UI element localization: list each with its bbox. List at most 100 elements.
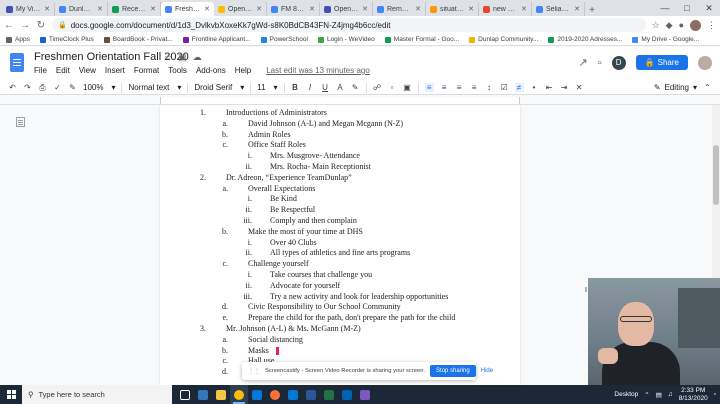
font-size-select[interactable]: 11 ▾ [257, 83, 277, 92]
task-view-icon[interactable] [176, 385, 194, 404]
ruler[interactable] [0, 96, 720, 105]
extension-icon[interactable]: ◆ [666, 20, 673, 31]
more-icon[interactable]: ⋮ [707, 20, 716, 31]
star-icon[interactable]: ☆ [652, 20, 660, 31]
menu-item[interactable]: File [34, 66, 47, 75]
underline-icon[interactable]: U [321, 83, 330, 92]
tab-close-icon[interactable]: ✕ [521, 5, 527, 13]
link-icon[interactable]: ☍ [373, 83, 382, 92]
excel-icon[interactable] [320, 385, 338, 404]
photos-icon[interactable] [338, 385, 356, 404]
menu-item[interactable]: Tools [168, 66, 187, 75]
mail-icon[interactable] [248, 385, 266, 404]
profile-avatar[interactable] [690, 19, 701, 31]
numbered-list-icon[interactable]: ≠ [514, 83, 524, 92]
bulleted-list-icon[interactable]: • [530, 83, 539, 92]
menu-item[interactable]: Help [235, 66, 251, 75]
network-icon[interactable]: ▤ [656, 391, 662, 399]
collaborator-avatar[interactable]: D [611, 55, 626, 70]
move-folder-icon[interactable]: ▣ [178, 52, 187, 63]
font-select[interactable]: Droid Serif ▾ [194, 83, 244, 92]
minimize-icon[interactable]: — [654, 0, 676, 16]
browser-tab[interactable]: Freshmen✕ [161, 2, 214, 16]
docs-logo-icon[interactable] [10, 53, 24, 72]
star-icon[interactable]: ☆ [164, 52, 172, 63]
browser-tab[interactable]: Opening ✕ [214, 2, 267, 16]
share-button[interactable]: 🔒 Share [635, 55, 688, 70]
chrome-icon[interactable] [230, 385, 248, 404]
tab-close-icon[interactable]: ✕ [468, 5, 474, 13]
collapse-menu-icon[interactable]: ⌃ [703, 83, 712, 92]
line-spacing-icon[interactable]: ↕ [485, 83, 494, 92]
tab-close-icon[interactable]: ✕ [362, 5, 368, 13]
align-justify-icon[interactable]: ≡ [470, 83, 479, 92]
align-left-icon[interactable]: ≡ [424, 83, 434, 92]
bookmark-item[interactable]: Master Formal - Goo... [384, 36, 459, 43]
drag-handle-icon[interactable]: ⋮⋮ [248, 368, 260, 375]
extension-icon[interactable]: ● [679, 20, 684, 30]
file-explorer-icon[interactable] [212, 385, 230, 404]
desktop-toolbar[interactable]: Desktop [614, 391, 638, 398]
bookmark-item[interactable]: Dunlap Community... [469, 36, 538, 43]
comment-icon[interactable]: ▫ [388, 83, 397, 92]
document-page[interactable]: I 1. Introductions of Administrators a. Dav… [160, 105, 587, 385]
omnibox[interactable]: 🔒 docs.google.com/document/d/1d3_DvlkvbX… [52, 18, 646, 32]
text-color-icon[interactable]: A [336, 83, 345, 92]
firefox-icon[interactable] [266, 385, 284, 404]
bookmark-item[interactable]: BoardBook - Privat... [103, 36, 173, 43]
style-select[interactable]: Normal text ▾ [128, 83, 181, 92]
tab-close-icon[interactable]: ✕ [150, 5, 156, 13]
new-tab-icon[interactable]: + [585, 5, 599, 16]
store-icon[interactable] [284, 385, 302, 404]
bookmark-item[interactable]: Frontline Applicant... [182, 36, 251, 43]
url-text[interactable]: docs.google.com/document/d/1d3_DvlkvbXox… [71, 21, 391, 30]
highlight-icon[interactable]: ✎ [351, 83, 360, 92]
align-center-icon[interactable]: ≡ [440, 83, 449, 92]
align-right-icon[interactable]: ≡ [455, 83, 464, 92]
start-button[interactable] [0, 385, 22, 404]
browser-tab[interactable]: Remote -✕ [373, 2, 426, 16]
document-outline-icon[interactable] [16, 117, 25, 127]
chevron-up-icon[interactable]: ⌃ [644, 391, 649, 399]
clear-formatting-icon[interactable]: ✕ [575, 83, 584, 92]
bookmark-item[interactable]: My Drive - Google... [632, 36, 699, 43]
reload-icon[interactable]: ↻ [36, 20, 46, 31]
menu-item[interactable]: Add-ons [196, 66, 226, 75]
browser-tab[interactable]: Seliadi, R✕ [532, 2, 585, 16]
maximize-icon[interactable]: □ [676, 0, 698, 16]
print-icon[interactable]: ⎙ [38, 83, 47, 93]
forward-icon[interactable]: → [20, 20, 30, 31]
cloud-icon[interactable]: ☁ [193, 52, 202, 63]
browser-tab[interactable]: Opening ✕ [320, 2, 373, 16]
hide-banner-button[interactable]: Hide [481, 368, 493, 374]
menu-item[interactable]: Format [134, 66, 159, 75]
browser-tab[interactable]: My Video✕ [2, 2, 55, 16]
back-icon[interactable]: ← [4, 20, 14, 31]
tab-close-icon[interactable]: ✕ [44, 5, 50, 13]
tab-close-icon[interactable]: ✕ [204, 5, 210, 13]
tab-close-icon[interactable]: ✕ [574, 5, 580, 13]
word-icon[interactable] [302, 385, 320, 404]
decrease-indent-icon[interactable]: ⇤ [545, 83, 554, 92]
menu-item[interactable]: View [79, 66, 96, 75]
last-edit-link[interactable]: Last edit was 13 minutes ago [266, 66, 370, 75]
bookmark-item[interactable]: Login - WeVideo [317, 36, 375, 43]
editing-mode-select[interactable]: ✎ Editing ▾ [654, 83, 697, 92]
browser-tab[interactable]: Dunlap C✕ [55, 2, 108, 16]
undo-icon[interactable]: ↶ [8, 83, 17, 92]
zoom-select[interactable]: 100% ▾ [83, 83, 115, 92]
italic-icon[interactable]: I [306, 83, 315, 92]
stop-sharing-button[interactable]: Stop sharing [430, 365, 476, 377]
tab-close-icon[interactable]: ✕ [309, 5, 315, 13]
clock[interactable]: 2:33 PM 8/13/2020 [679, 387, 708, 403]
taskbar-search[interactable]: ⚲ Type here to search [22, 385, 172, 404]
scrollbar-thumb[interactable] [713, 145, 719, 205]
browser-tab[interactable]: Recent - ✕ [108, 2, 161, 16]
tab-close-icon[interactable]: ✕ [256, 5, 262, 13]
bookmark-item[interactable]: PowerSchool [260, 36, 308, 43]
account-avatar[interactable] [698, 55, 712, 70]
bold-icon[interactable]: B [291, 83, 300, 92]
bookmark-item[interactable]: Apps [6, 36, 30, 43]
browser-tab[interactable]: FM 8-13 ✕ [267, 2, 320, 16]
notifications-icon[interactable]: ▫ [714, 391, 716, 398]
